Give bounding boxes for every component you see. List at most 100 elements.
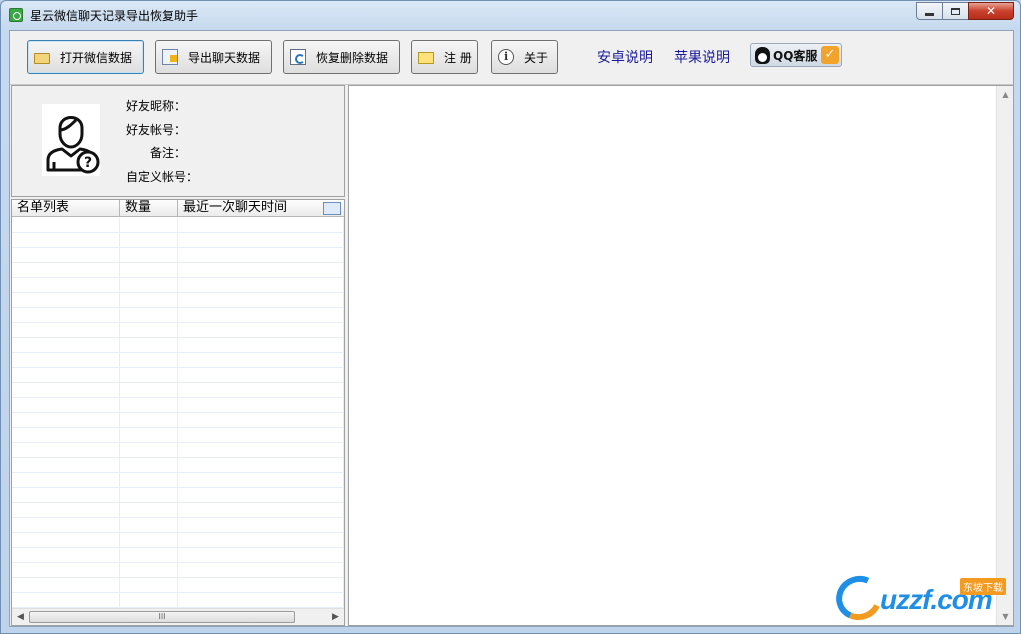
- scroll-right-arrow-icon[interactable]: ▶: [327, 609, 344, 625]
- remark-label: 备注：: [149, 146, 186, 160]
- table-cell: [120, 578, 178, 593]
- close-button[interactable]: ✕: [968, 2, 1014, 20]
- restore-deleted-data-button[interactable]: 恢复删除数据: [283, 40, 400, 74]
- table-row[interactable]: [12, 593, 344, 608]
- qq-penguin-icon: [755, 46, 770, 64]
- table-cell: [120, 563, 178, 578]
- register-button[interactable]: 注 册: [411, 40, 478, 74]
- table-row[interactable]: [12, 428, 344, 443]
- table-cell: [12, 563, 120, 578]
- table-row[interactable]: [12, 323, 344, 338]
- table-cell: [120, 323, 178, 338]
- column-header-name-list-label: 名单列表: [17, 200, 70, 215]
- maximize-button[interactable]: [942, 2, 969, 20]
- table-cell: [12, 413, 120, 428]
- open-wechat-data-label: 打开微信数据: [60, 50, 133, 65]
- export-chat-data-button[interactable]: 导出聊天数据: [155, 40, 272, 74]
- table-cell: [120, 473, 178, 488]
- chat-content-area[interactable]: ▲ ▼: [348, 85, 1014, 626]
- restore-deleted-data-label: 恢复删除数据: [316, 50, 389, 65]
- table-cell: [12, 293, 120, 308]
- table-cell: [120, 218, 178, 233]
- app-window: 星云微信聊天记录导出恢复助手 ✕ 打开微信数据 导出聊天数据 恢复删除数据 注 …: [0, 0, 1021, 634]
- table-cell: [178, 248, 344, 263]
- table-cell: [178, 308, 344, 323]
- apple-guide-link[interactable]: 苹果说明: [674, 47, 730, 67]
- android-guide-link[interactable]: 安卓说明: [597, 47, 653, 67]
- table-cell: [178, 443, 344, 458]
- table-row[interactable]: [12, 533, 344, 548]
- checkmark-icon: ✓: [821, 46, 839, 64]
- list-body[interactable]: [12, 218, 344, 610]
- table-row[interactable]: [12, 563, 344, 578]
- table-cell: [120, 353, 178, 368]
- table-cell: [12, 443, 120, 458]
- minimize-icon: [925, 12, 934, 16]
- folder-icon: [34, 53, 50, 64]
- table-row[interactable]: [12, 218, 344, 233]
- column-header-last-chat-time[interactable]: 最近一次聊天时间: [178, 200, 344, 217]
- table-row[interactable]: [12, 338, 344, 353]
- table-cell: [178, 473, 344, 488]
- qq-service-button[interactable]: QQ客服 ✓: [750, 43, 842, 67]
- table-row[interactable]: [12, 398, 344, 413]
- table-cell: [120, 278, 178, 293]
- open-wechat-data-button[interactable]: 打开微信数据: [27, 40, 144, 74]
- scroll-left-arrow-icon[interactable]: ◀: [12, 609, 29, 625]
- table-cell: [12, 263, 120, 278]
- table-row[interactable]: [12, 473, 344, 488]
- column-header-name-list[interactable]: 名单列表: [12, 200, 120, 217]
- table-row[interactable]: [12, 548, 344, 563]
- avatar: ?: [42, 104, 100, 176]
- table-cell: [120, 338, 178, 353]
- table-row[interactable]: [12, 353, 344, 368]
- table-cell: [178, 563, 344, 578]
- table-row[interactable]: [12, 488, 344, 503]
- table-row[interactable]: [12, 443, 344, 458]
- friend-account-label: 好友帐号：: [125, 123, 186, 137]
- table-row[interactable]: [12, 368, 344, 383]
- table-row[interactable]: [12, 458, 344, 473]
- table-cell: [12, 323, 120, 338]
- table-cell: [120, 533, 178, 548]
- table-row[interactable]: [12, 263, 344, 278]
- table-cell: [12, 338, 120, 353]
- vertical-scrollbar[interactable]: ▲ ▼: [996, 86, 1013, 625]
- table-cell: [12, 458, 120, 473]
- title-bar[interactable]: 星云微信聊天记录导出恢复助手 ✕: [1, 1, 1020, 29]
- table-row[interactable]: [12, 413, 344, 428]
- about-button[interactable]: 关于: [491, 40, 558, 74]
- table-row[interactable]: [12, 578, 344, 593]
- watermark-badge: 东坡下载: [960, 578, 1006, 595]
- list-header: 名单列表 数量 最近一次聊天时间: [12, 200, 344, 217]
- table-cell: [120, 293, 178, 308]
- export-chat-data-label: 导出聊天数据: [188, 50, 261, 65]
- table-row[interactable]: [12, 503, 344, 518]
- column-header-count[interactable]: 数量: [120, 200, 178, 217]
- about-label: 关于: [524, 50, 549, 65]
- horizontal-scrollbar[interactable]: ◀ III ▶: [12, 608, 344, 625]
- restore-icon: [290, 49, 306, 65]
- table-cell: [178, 218, 344, 233]
- table-cell: [12, 503, 120, 518]
- table-cell: [12, 278, 120, 293]
- table-cell: [178, 458, 344, 473]
- table-cell: [120, 368, 178, 383]
- scrollbar-thumb[interactable]: III: [29, 611, 295, 623]
- table-row[interactable]: [12, 248, 344, 263]
- table-row[interactable]: [12, 308, 344, 323]
- table-cell: [178, 428, 344, 443]
- table-cell: [178, 368, 344, 383]
- table-row[interactable]: [12, 293, 344, 308]
- qq-service-label: QQ客服: [773, 48, 818, 63]
- friend-profile-panel: ? 好友昵称： 好友帐号： 备注： 自定义帐号：: [11, 85, 345, 197]
- table-cell: [178, 353, 344, 368]
- scroll-up-arrow-icon[interactable]: ▲: [997, 86, 1014, 103]
- table-row[interactable]: [12, 518, 344, 533]
- table-row[interactable]: [12, 233, 344, 248]
- minimize-button[interactable]: [916, 2, 943, 20]
- toolbar: 打开微信数据 导出聊天数据 恢复删除数据 注 册 关于 安卓说明 苹果说明: [10, 31, 1013, 85]
- table-row[interactable]: [12, 383, 344, 398]
- table-cell: [178, 488, 344, 503]
- table-row[interactable]: [12, 278, 344, 293]
